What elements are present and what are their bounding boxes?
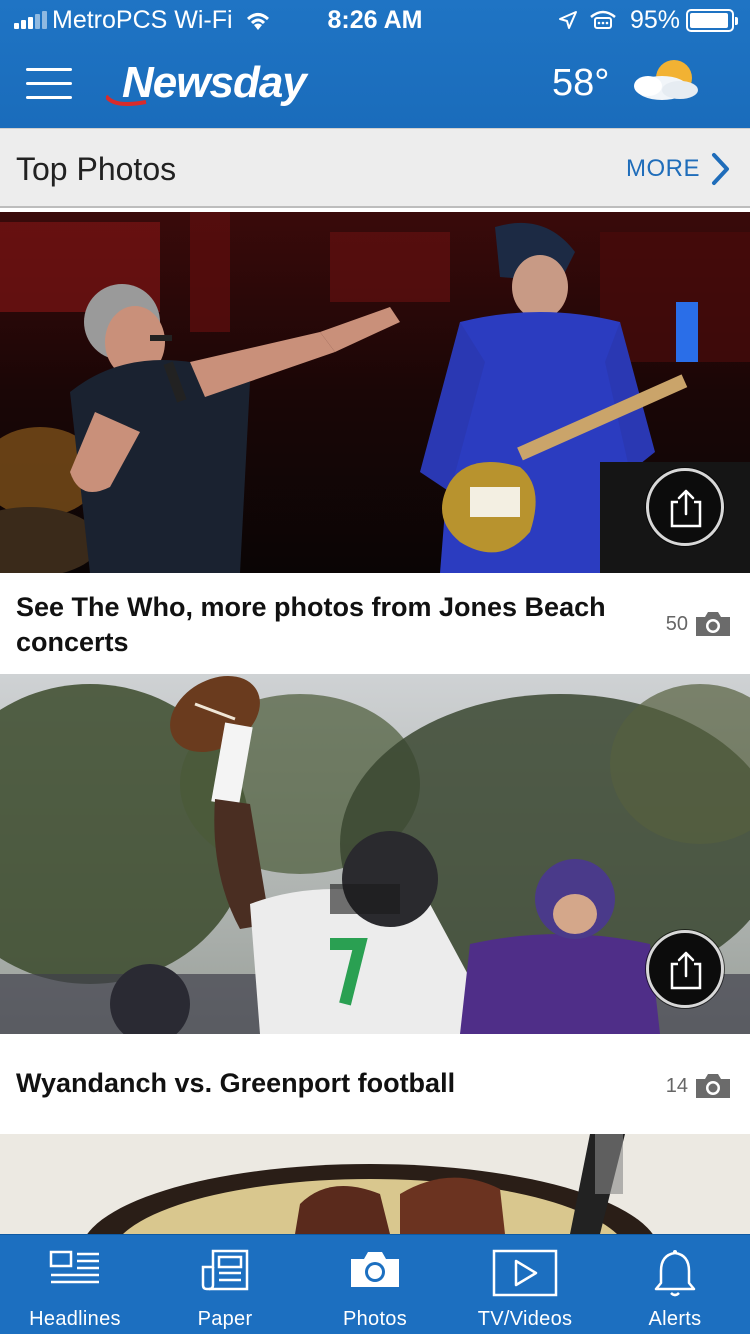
camera-icon [696,612,730,636]
share-icon [670,951,702,990]
battery-percent: 95% [630,6,681,34]
photo-gallery-card[interactable] [0,1134,750,1234]
tab-label: Photos [342,1308,408,1330]
tab-label: Alerts [648,1308,702,1330]
top-photos-section-header: Top Photos MORE [0,128,750,208]
app-header: MetroPCS Wi-Fi 8:26 AM 95% Newsday 58° [0,0,750,128]
temperature[interactable]: 58° [552,62,609,105]
headlines-icon [49,1250,99,1284]
tab-label: Headlines [29,1308,121,1330]
wifi-calling-icon [590,10,616,29]
gallery-caption[interactable]: See The Who, more photos from Jones Beac… [16,590,616,660]
tab-alerts[interactable]: Alerts [600,1235,750,1334]
tab-paper[interactable]: Paper [150,1235,300,1334]
logo-wordmark: Newsday [122,58,307,107]
tab-headlines[interactable]: Headlines [0,1235,150,1334]
photo-count: 14 [666,1072,732,1100]
play-icon [492,1249,558,1297]
paper-icon [201,1249,249,1291]
location-arrow-icon [559,11,577,29]
bottom-tab-bar: Headlines Paper Photos TV/Videos Alerts [0,1234,750,1334]
tab-tv-videos[interactable]: TV/Videos [450,1235,600,1334]
bell-icon [654,1250,696,1297]
section-title: Top Photos [16,151,177,187]
newsday-logo[interactable]: Newsday [106,56,376,112]
share-button[interactable] [646,468,724,546]
photo-count-value: 50 [665,612,688,635]
hamburger-menu-icon[interactable] [26,68,72,100]
tab-photos[interactable]: Photos [300,1235,450,1334]
photo-count-value: 14 [665,1074,688,1097]
chevron-right-icon[interactable] [710,151,732,187]
photo-gallery-card[interactable]: Wyandanch vs. Greenport football 14 [0,674,750,1132]
partly-cloudy-icon[interactable] [624,54,704,110]
share-icon [670,489,702,528]
battery-icon [686,9,738,32]
photo-gallery-card[interactable]: See The Who, more photos from Jones Beac… [0,212,750,672]
share-button[interactable] [646,930,724,1008]
tab-label: Paper [197,1308,253,1330]
gallery-caption[interactable]: Wyandanch vs. Greenport football [16,1066,616,1101]
photo-count: 50 [666,610,732,638]
gallery-photo[interactable] [0,674,750,1034]
camera-icon [696,1074,730,1098]
camera-icon [351,1252,399,1287]
gallery-photo[interactable] [0,1134,750,1234]
status-bar: MetroPCS Wi-Fi 8:26 AM 95% [0,0,750,40]
tab-label: TV/Videos [477,1308,573,1330]
gallery-photo[interactable] [0,212,750,573]
more-link[interactable]: MORE [626,155,700,183]
